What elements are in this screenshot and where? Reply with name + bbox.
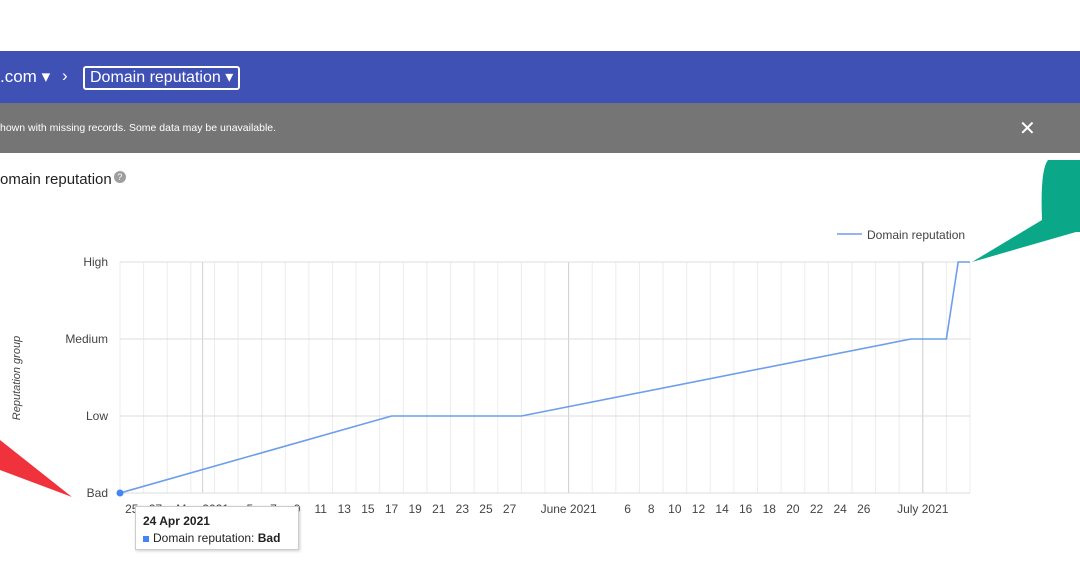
series-swatch — [143, 535, 149, 542]
tooltip-date: 24 Apr 2021 — [143, 514, 210, 528]
y-tick-label: Bad — [87, 486, 108, 500]
y-axis-label: Reputation group — [11, 336, 23, 420]
x-tick-label: 24 — [833, 502, 847, 516]
x-tick-label: 14 — [715, 502, 729, 516]
data-point — [116, 489, 124, 497]
x-tick-label: 20 — [786, 502, 800, 516]
x-tick-label: 26 — [857, 502, 871, 516]
x-tick-label: 25 — [479, 502, 493, 516]
x-tick-label: July 2021 — [897, 502, 949, 516]
x-tick-label: 17 — [385, 502, 399, 516]
x-tick-label: 12 — [692, 502, 706, 516]
x-tick-label: 18 — [763, 502, 777, 516]
x-tick-label: 13 — [338, 502, 352, 516]
x-tick-label: 27 — [503, 502, 517, 516]
x-tick-label: 11 — [314, 502, 327, 516]
x-tick-label: 19 — [408, 502, 422, 516]
x-tick-label: 16 — [739, 502, 753, 516]
x-tick-label: 23 — [456, 502, 470, 516]
callout-annotation — [972, 160, 1080, 262]
y-tick-label: Medium — [65, 332, 108, 346]
legend-label: Domain reputation — [867, 228, 965, 242]
y-tick-label: Low — [86, 409, 108, 423]
x-tick-label: 10 — [668, 502, 682, 516]
x-tick-label: 8 — [648, 502, 655, 516]
x-tick-label: 15 — [361, 502, 375, 516]
tooltip-row: Domain reputation: Bad — [143, 531, 280, 545]
x-tick-label: June 2021 — [541, 502, 597, 516]
x-tick-label: 21 — [432, 502, 446, 516]
x-tick-label: 6 — [624, 502, 631, 516]
chart-tooltip: 24 Apr 2021 Domain reputation: Bad — [135, 506, 299, 550]
y-tick-label: High — [83, 255, 108, 269]
chart: 2527May 2021579111315171921232527June 20… — [0, 160, 1080, 516]
arrow-annotation — [0, 440, 72, 497]
x-tick-label: 22 — [810, 502, 824, 516]
